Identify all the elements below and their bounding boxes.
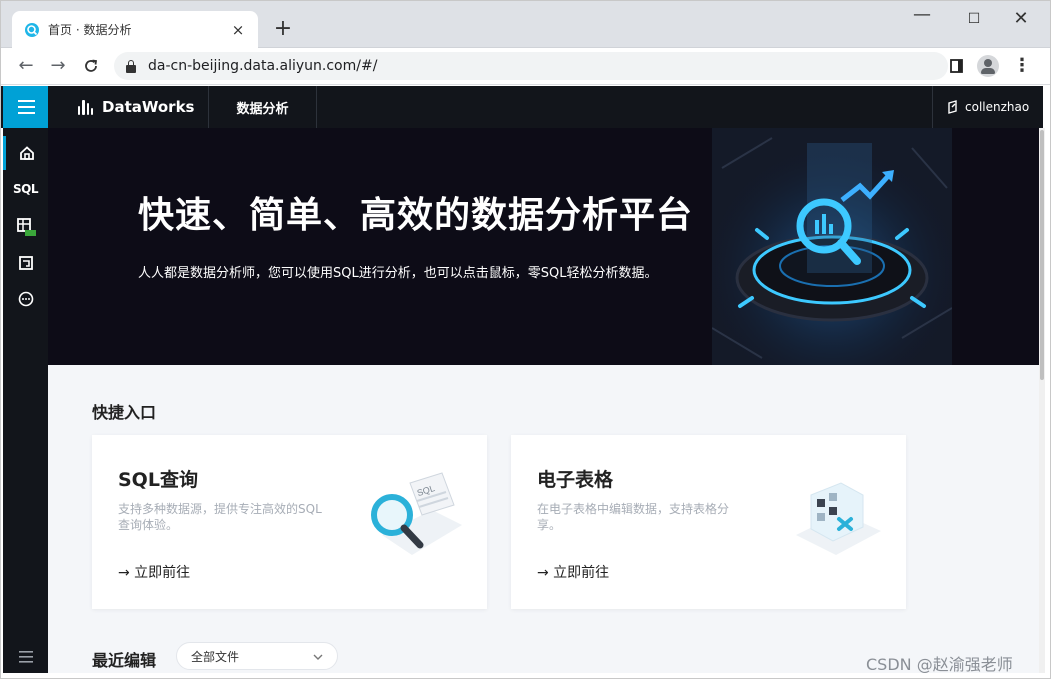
page-scrollbar[interactable] [1039, 128, 1045, 673]
sidebar-panel-icon[interactable] [948, 55, 966, 77]
user-name: collenzhao [965, 100, 1030, 114]
hero-title: 快速、简单、高效的数据分析平台 [138, 195, 694, 236]
sql-magnifier-icon: SQL [371, 472, 462, 555]
window-minimize-button[interactable]: — [908, 4, 936, 26]
sql-query-card[interactable]: SQL查询 支持多种数据源，提供专注高效的SQL查询体验。 → 立即前往 SQL [92, 435, 487, 609]
browser-menu-icon[interactable]: ⋮ [1013, 55, 1031, 77]
browser-tab[interactable]: 首页 · 数据分析 × [12, 11, 258, 48]
hamburger-menu-icon[interactable] [3, 86, 48, 128]
card-description: 支持多种数据源，提供专注高效的SQL查询体验。 [118, 502, 322, 532]
spreadsheet-card[interactable]: 电子表格 在电子表格中编辑数据，支持表格分享。 → 立即前往 [511, 435, 906, 609]
tab-close-icon[interactable]: × [228, 21, 248, 39]
brand[interactable]: DataWorks [48, 86, 209, 128]
brand-name: DataWorks [102, 98, 195, 116]
card-title: 电子表格 [537, 469, 614, 491]
user-menu[interactable]: collenzhao [932, 86, 1043, 128]
box-icon [18, 256, 33, 270]
window-maximize-button[interactable]: ☐ [960, 8, 988, 30]
browser-toolbar: ← → da-cn-beijing.data.aliyun.com/#/ ⋮ [0, 48, 1051, 85]
sidebar-collapse-icon[interactable] [3, 640, 48, 674]
chevron-down-icon [313, 650, 323, 663]
url-text[interactable]: da-cn-beijing.data.aliyun.com/#/ [148, 58, 377, 74]
sidebar-item-more[interactable] [3, 282, 48, 316]
card-description: 在电子表格中编辑数据，支持表格分享。 [537, 502, 730, 532]
sidebar-item-sql[interactable]: SQL [3, 172, 48, 206]
tab-title: 首页 · 数据分析 [48, 23, 132, 37]
sidebar-item-report[interactable] [3, 246, 48, 280]
sql-go-link[interactable]: → 立即前往 [118, 562, 190, 582]
reload-icon[interactable] [79, 54, 103, 78]
card-title: SQL查询 [118, 469, 198, 491]
profile-avatar-icon[interactable] [977, 55, 999, 77]
hero-illustration-icon [712, 128, 952, 365]
file-filter-select[interactable]: 全部文件 [176, 642, 338, 670]
hero-subtitle: 人人都是数据分析师，您可以使用SQL进行分析，也可以点击鼠标，零SQL轻松分析数… [138, 266, 658, 281]
new-tab-button[interactable]: + [270, 16, 296, 42]
sidebar-item-spreadsheet[interactable] [3, 210, 48, 244]
data-analysis-favicon-icon [25, 22, 39, 37]
home-icon [20, 146, 34, 160]
spreadsheet-cube-icon [796, 482, 881, 555]
top-menu-data-analysis[interactable]: 数据分析 [209, 86, 317, 128]
forward-arrow-icon[interactable]: → [46, 54, 70, 78]
user-icon [948, 100, 957, 114]
spreadsheet-beta-icon [16, 218, 36, 236]
more-icon [18, 291, 33, 307]
lock-icon[interactable] [126, 59, 136, 73]
browser-tab-strip: 首页 · 数据分析 × + — ☐ ✕ [0, 0, 1051, 48]
hero-banner: 快速、简单、高效的数据分析平台 人人都是数据分析师，您可以使用SQL进行分析，也… [48, 128, 1039, 365]
dataworks-logo-icon [78, 99, 93, 115]
sql-icon: SQL [13, 182, 39, 196]
quick-entry-title: 快捷入口 [92, 403, 157, 422]
recent-edits-title: 最近编辑 [92, 651, 157, 670]
filter-value: 全部文件 [191, 649, 240, 664]
left-sidebar: SQL [3, 128, 48, 673]
sidebar-item-home[interactable] [3, 136, 48, 170]
spreadsheet-go-link[interactable]: → 立即前往 [537, 562, 609, 582]
window-close-button[interactable]: ✕ [1007, 8, 1035, 30]
address-bar[interactable]: da-cn-beijing.data.aliyun.com/#/ [114, 52, 948, 80]
main-content: 快捷入口 SQL查询 支持多种数据源，提供专注高效的SQL查询体验。 → 立即前… [48, 365, 1039, 673]
back-arrow-icon[interactable]: ← [14, 54, 38, 78]
watermark: CSDN @赵渝强老师 [866, 655, 1013, 674]
